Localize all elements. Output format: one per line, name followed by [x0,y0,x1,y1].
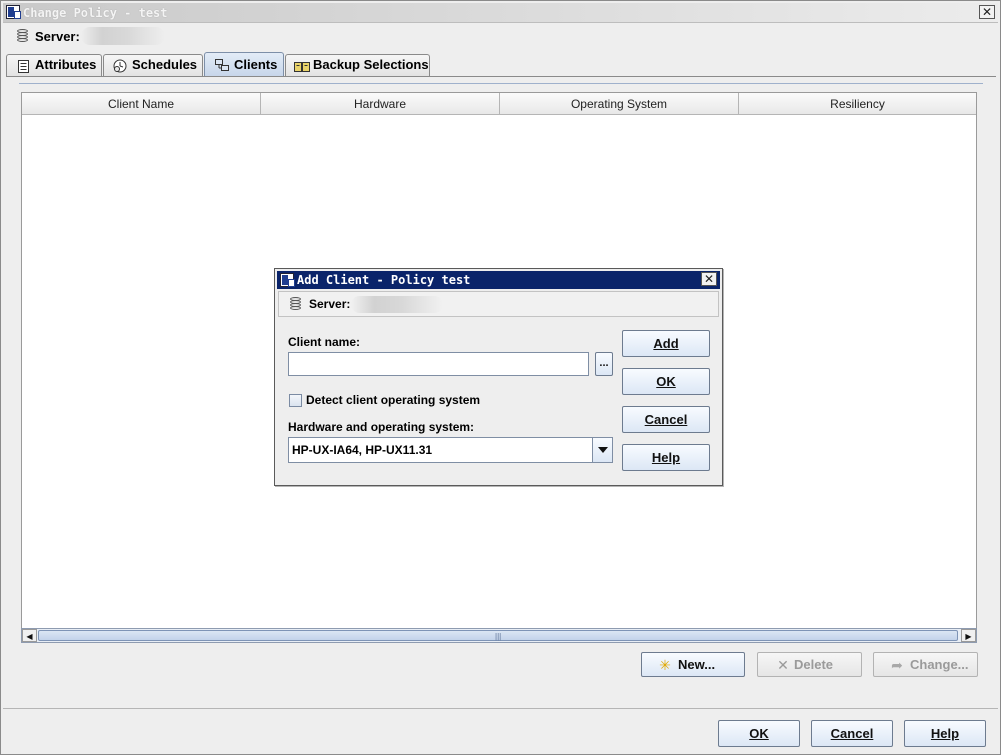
scrollbar-thumb[interactable]: ||| [38,630,958,641]
tab-clients[interactable]: Clients [204,52,284,76]
tab-strip-border [6,76,996,77]
hw-os-dropdown-button[interactable] [592,438,612,462]
server-icon [17,29,28,43]
column-header-operating-system[interactable]: Operating System [500,93,739,115]
tab-attributes-label: Attributes [35,57,97,72]
column-header-hardware[interactable]: Hardware [261,93,500,115]
schedules-icon [113,59,127,73]
new-star-icon: ✳ [659,657,671,673]
dialog-server-label: Server: [309,297,351,311]
dialog-server-name-redacted [351,296,443,313]
column-header-client-name[interactable]: Client Name [22,93,261,115]
table-horizontal-scrollbar[interactable]: ◀ ||| ▶ [21,628,977,643]
browse-clients-button[interactable]: ... [595,352,613,376]
tab-schedules-label: Schedules [132,57,198,72]
grip-icon: ||| [495,632,502,641]
dialog-ok-button[interactable]: OK [622,368,710,395]
cancel-button[interactable]: Cancel [811,720,893,747]
client-name-input[interactable] [288,352,589,376]
backup-selections-icon [294,59,310,72]
client-name-label: Client name: [288,335,361,349]
tab-schedules[interactable]: Schedules [103,54,203,76]
new-client-button[interactable]: ✳ New... [641,652,745,677]
footer-divider [3,708,998,709]
column-header-resiliency[interactable]: Resiliency [739,93,976,115]
dialog-server-panel: Server: [278,291,719,317]
window-close-button[interactable]: ✕ [979,5,995,19]
app-icon [6,5,21,19]
scroll-right-button[interactable]: ▶ [961,629,976,642]
close-icon: ✕ [703,272,715,286]
dialog-close-button[interactable]: ✕ [701,272,717,286]
add-client-dialog: Add Client - Policy test ✕ Server: Clien… [274,268,723,486]
dialog-cancel-button[interactable]: Cancel [622,406,710,433]
dialog-help-button[interactable]: Help [622,444,710,471]
window-title: Change Policy - test [23,6,168,20]
hw-os-selected-value: HP-UX-IA64, HP-UX11.31 [292,443,433,457]
change-client-button[interactable]: ➦ Change... [873,652,978,677]
chevron-down-icon [598,447,608,453]
window-title-bar[interactable]: Change Policy - test ✕ [3,3,998,23]
dialog-title: Add Client - Policy test [297,273,471,287]
clients-icon [215,58,229,71]
server-icon [290,297,301,311]
server-name-redacted [81,27,165,45]
help-button[interactable]: Help [904,720,986,747]
add-button[interactable]: Add [622,330,710,357]
server-label: Server: [35,29,80,44]
detect-os-label[interactable]: Detect client operating system [306,393,480,407]
arrow-right-icon: ▶ [965,632,972,641]
detect-os-checkbox[interactable] [289,394,302,407]
change-icon: ➦ [891,657,903,673]
dialog-title-bar[interactable]: Add Client - Policy test ✕ [277,271,720,289]
close-icon: ✕ [981,5,993,19]
tab-backup-selections-label: Backup Selections [313,57,429,72]
delete-client-button[interactable]: ✕ Delete [757,652,862,677]
tab-backup-selections[interactable]: Backup Selections [285,54,430,76]
delete-x-icon: ✕ [777,657,789,673]
panel-divider [19,83,983,84]
tab-attributes[interactable]: Attributes [6,54,102,76]
hw-os-select[interactable]: HP-UX-IA64, HP-UX11.31 [288,437,613,463]
dialog-app-icon [280,273,295,287]
tab-clients-label: Clients [234,57,278,72]
ok-button[interactable]: OK [718,720,800,747]
scroll-left-button[interactable]: ◀ [22,629,37,642]
attributes-icon [17,59,30,73]
hw-os-label: Hardware and operating system: [288,420,475,434]
arrow-left-icon: ◀ [26,632,33,641]
